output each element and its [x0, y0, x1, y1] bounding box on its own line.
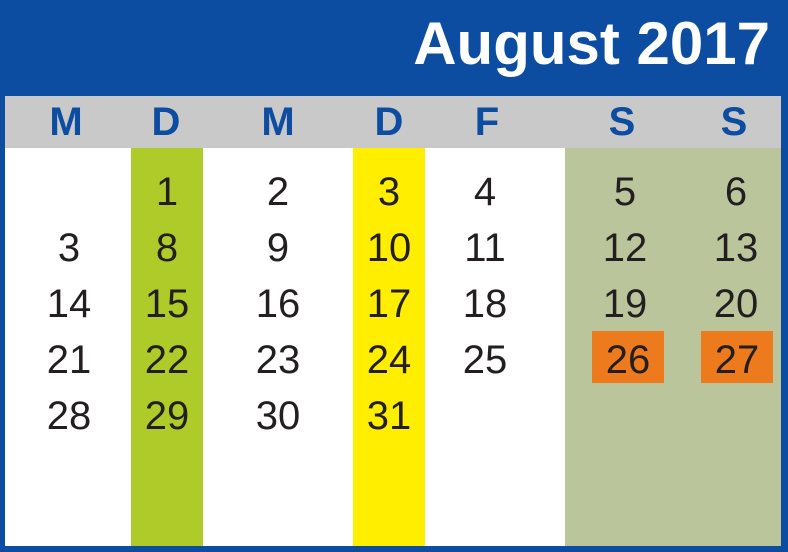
day-cell[interactable]: 6 — [686, 170, 781, 214]
day-cell[interactable]: 18 — [435, 282, 535, 326]
calendar: August 2017 M D M D F S S 1 2 3 4 5 6 3 … — [0, 0, 788, 552]
day-cell[interactable]: 28 — [19, 394, 119, 438]
day-cell[interactable]: 17 — [339, 282, 439, 326]
day-cell[interactable]: 21 — [19, 338, 119, 382]
day-cell-highlighted[interactable]: 26 — [578, 338, 678, 382]
day-cell[interactable]: 19 — [575, 282, 675, 326]
day-cell[interactable]: 8 — [117, 226, 217, 270]
day-cell[interactable]: 23 — [228, 338, 328, 382]
weekday-wednesday: M — [261, 100, 295, 144]
day-cell[interactable]: 20 — [686, 282, 781, 326]
weekday-thursday: D — [374, 100, 404, 144]
weekday-saturday: S — [608, 100, 636, 144]
day-cell[interactable]: 25 — [435, 338, 535, 382]
day-grid: 1 2 3 4 5 6 3 8 9 10 11 12 13 14 15 16 1… — [5, 148, 781, 546]
day-cell[interactable]: 5 — [575, 170, 675, 214]
day-cell[interactable]: 24 — [339, 338, 439, 382]
day-cell[interactable]: 12 — [575, 226, 675, 270]
day-cell[interactable]: 11 — [435, 226, 535, 270]
weekday-header: M D M D F S S — [5, 96, 781, 148]
weekday-monday: M — [49, 100, 83, 144]
day-cell[interactable]: 3 — [339, 170, 439, 214]
weekday-sunday: S — [720, 100, 748, 144]
day-cell[interactable]: 2 — [228, 170, 328, 214]
day-cell[interactable]: 10 — [339, 226, 439, 270]
day-cell[interactable]: 4 — [435, 170, 535, 214]
day-cell[interactable]: 3 — [19, 226, 119, 270]
day-cell[interactable]: 15 — [117, 282, 217, 326]
day-cell[interactable]: 30 — [228, 394, 328, 438]
calendar-title: August 2017 — [413, 10, 770, 77]
day-cell[interactable] — [21, 170, 121, 214]
day-cell[interactable]: 14 — [19, 282, 119, 326]
day-cell-highlighted[interactable]: 27 — [687, 338, 781, 382]
weekday-tuesday: D — [151, 100, 181, 144]
day-cell[interactable]: 22 — [117, 338, 217, 382]
weekday-friday: F — [474, 100, 500, 144]
day-cell[interactable]: 16 — [228, 282, 328, 326]
day-cell[interactable]: 31 — [339, 394, 439, 438]
day-cell[interactable]: 29 — [117, 394, 217, 438]
day-cell[interactable]: 13 — [686, 226, 781, 270]
day-cell[interactable]: 1 — [117, 170, 217, 214]
day-cell[interactable]: 9 — [228, 226, 328, 270]
